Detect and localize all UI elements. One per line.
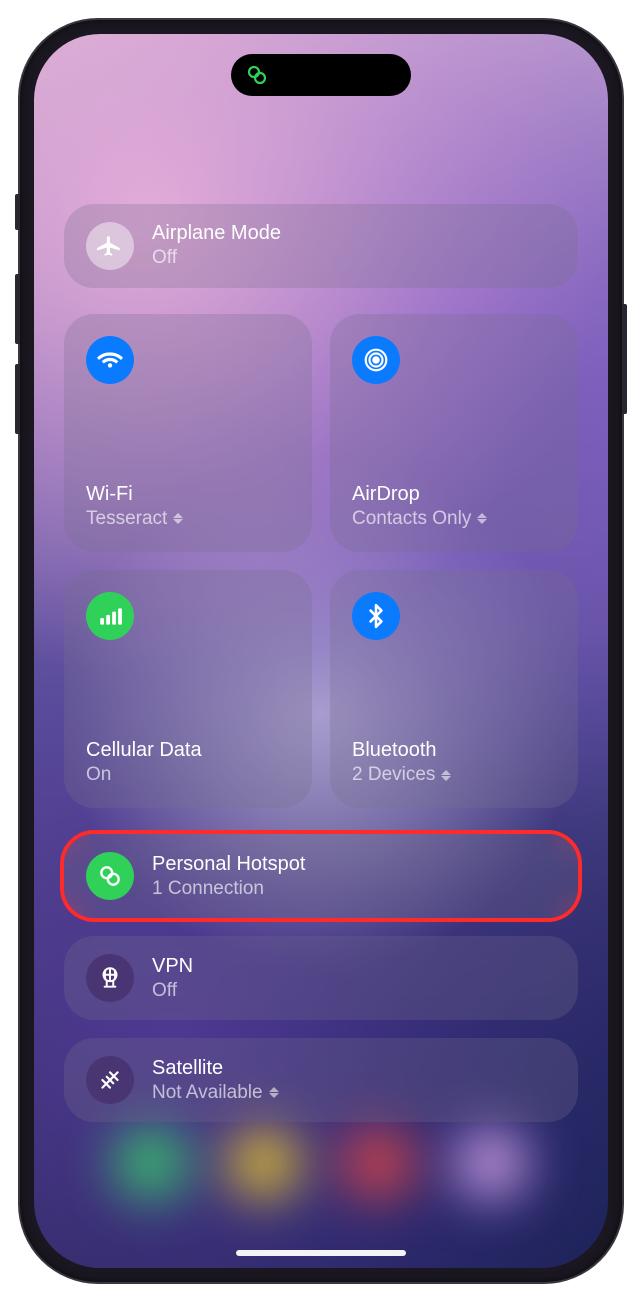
- vpn-title: VPN: [152, 955, 193, 978]
- control-center: Airplane Mode Off Wi-Fi Tesseract: [34, 34, 608, 1268]
- hotspot-title: Personal Hotspot: [152, 853, 305, 876]
- wifi-title: Wi-Fi: [86, 483, 290, 506]
- cellular-icon: [86, 592, 134, 640]
- airdrop-tile[interactable]: AirDrop Contacts Only: [330, 314, 578, 552]
- cellular-title: Cellular Data: [86, 739, 290, 762]
- satellite-tile[interactable]: Satellite Not Available: [64, 1038, 578, 1122]
- chevron-updown-icon: [441, 770, 451, 781]
- bluetooth-icon: [352, 592, 400, 640]
- bluetooth-tile[interactable]: Bluetooth 2 Devices: [330, 570, 578, 808]
- cellular-tile[interactable]: Cellular Data On: [64, 570, 312, 808]
- cellular-subtitle: On: [86, 764, 290, 786]
- chevron-updown-icon: [269, 1087, 279, 1098]
- hotspot-icon: [86, 852, 134, 900]
- hotspot-subtitle: 1 Connection: [152, 878, 305, 900]
- connectivity-grid: Wi-Fi Tesseract AirDrop Contacts Only: [64, 314, 578, 809]
- chevron-updown-icon: [477, 513, 487, 524]
- phone-frame: Airplane Mode Off Wi-Fi Tesseract: [20, 20, 622, 1282]
- vpn-icon: [86, 954, 134, 1002]
- airplane-title: Airplane Mode: [152, 222, 281, 245]
- hotspot-tile[interactable]: Personal Hotspot 1 Connection: [64, 834, 578, 918]
- home-indicator[interactable]: [236, 1250, 406, 1256]
- airdrop-title: AirDrop: [352, 483, 556, 506]
- vpn-subtitle: Off: [152, 980, 193, 1002]
- airplane-subtitle: Off: [152, 247, 281, 269]
- chevron-updown-icon: [173, 513, 183, 524]
- satellite-icon: [86, 1056, 134, 1104]
- bluetooth-subtitle: 2 Devices: [352, 764, 556, 786]
- airplane-mode-tile[interactable]: Airplane Mode Off: [64, 204, 578, 288]
- satellite-subtitle: Not Available: [152, 1082, 279, 1104]
- satellite-title: Satellite: [152, 1057, 279, 1080]
- vpn-tile[interactable]: VPN Off: [64, 936, 578, 1020]
- wifi-icon: [86, 336, 134, 384]
- airdrop-icon: [352, 336, 400, 384]
- wifi-tile[interactable]: Wi-Fi Tesseract: [64, 314, 312, 552]
- airdrop-subtitle: Contacts Only: [352, 508, 556, 530]
- bluetooth-title: Bluetooth: [352, 739, 556, 762]
- highlight-box: Personal Hotspot 1 Connection: [64, 834, 578, 918]
- screen: Airplane Mode Off Wi-Fi Tesseract: [34, 34, 608, 1268]
- airplane-icon: [86, 222, 134, 270]
- wifi-subtitle: Tesseract: [86, 508, 290, 530]
